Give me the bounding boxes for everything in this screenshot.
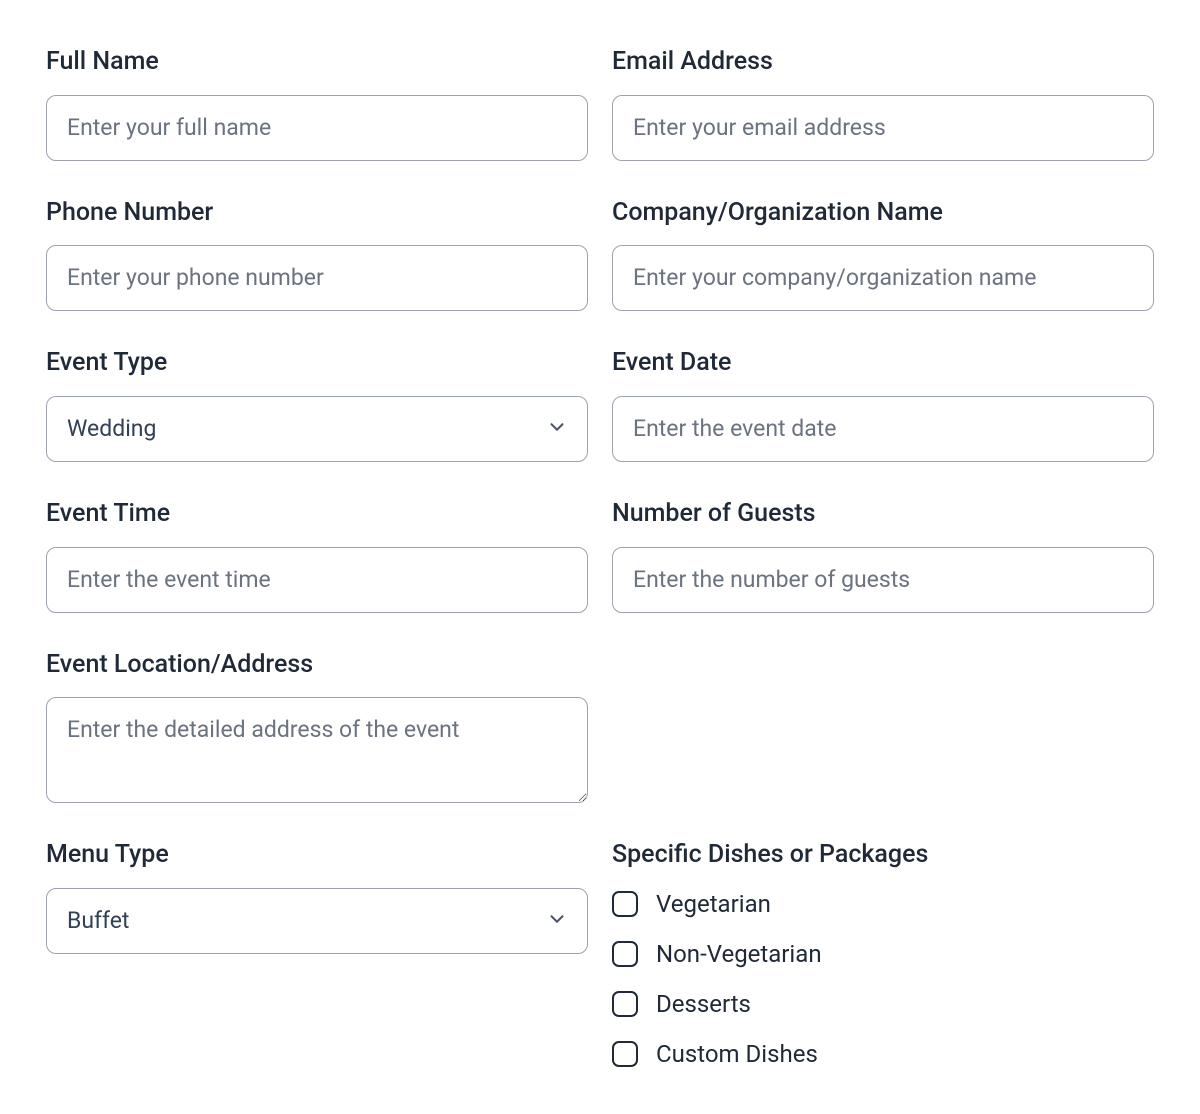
checkbox-label: Desserts xyxy=(656,990,751,1018)
email-field: Email Address xyxy=(612,46,1154,161)
event-type-label: Event Type xyxy=(46,347,588,380)
event-time-input[interactable] xyxy=(46,547,588,613)
location-field: Event Location/Address xyxy=(46,649,588,804)
email-input[interactable] xyxy=(612,95,1154,161)
location-label: Event Location/Address xyxy=(46,649,588,682)
event-type-select-wrapper: Wedding xyxy=(46,396,588,462)
guests-field: Number of Guests xyxy=(612,498,1154,613)
checkbox-box[interactable] xyxy=(612,1041,638,1067)
dishes-field: Specific Dishes or Packages Vegetarian N… xyxy=(612,839,1154,1068)
checkbox-label: Vegetarian xyxy=(656,890,771,918)
menu-type-select-wrapper: Buffet xyxy=(46,888,588,954)
checkbox-item-non-vegetarian[interactable]: Non-Vegetarian xyxy=(612,940,1154,968)
dishes-label: Specific Dishes or Packages xyxy=(612,839,1154,872)
checkbox-label: Custom Dishes xyxy=(656,1040,818,1068)
checkbox-box[interactable] xyxy=(612,991,638,1017)
full-name-input[interactable] xyxy=(46,95,588,161)
phone-label: Phone Number xyxy=(46,197,588,230)
event-time-label: Event Time xyxy=(46,498,588,531)
event-date-label: Event Date xyxy=(612,347,1154,380)
checkbox-item-custom-dishes[interactable]: Custom Dishes xyxy=(612,1040,1154,1068)
event-time-field: Event Time xyxy=(46,498,588,613)
menu-type-label: Menu Type xyxy=(46,839,588,872)
menu-type-field: Menu Type Buffet xyxy=(46,839,588,1068)
location-textarea[interactable] xyxy=(46,697,588,803)
checkbox-item-vegetarian[interactable]: Vegetarian xyxy=(612,890,1154,918)
guests-label: Number of Guests xyxy=(612,498,1154,531)
checkbox-item-desserts[interactable]: Desserts xyxy=(612,990,1154,1018)
catering-form: Full Name Email Address Phone Number Com… xyxy=(46,46,1154,1068)
event-date-field: Event Date xyxy=(612,347,1154,462)
event-type-select[interactable]: Wedding xyxy=(46,396,588,462)
guests-input[interactable] xyxy=(612,547,1154,613)
checkbox-label: Non-Vegetarian xyxy=(656,940,822,968)
empty-cell xyxy=(612,649,1154,804)
menu-type-select[interactable]: Buffet xyxy=(46,888,588,954)
dishes-checkbox-group: Vegetarian Non-Vegetarian Desserts Custo… xyxy=(612,890,1154,1068)
event-type-field: Event Type Wedding xyxy=(46,347,588,462)
email-label: Email Address xyxy=(612,46,1154,79)
company-field: Company/Organization Name xyxy=(612,197,1154,312)
company-label: Company/Organization Name xyxy=(612,197,1154,230)
event-date-input[interactable] xyxy=(612,396,1154,462)
full-name-label: Full Name xyxy=(46,46,588,79)
full-name-field: Full Name xyxy=(46,46,588,161)
phone-input[interactable] xyxy=(46,245,588,311)
phone-field: Phone Number xyxy=(46,197,588,312)
checkbox-box[interactable] xyxy=(612,891,638,917)
checkbox-box[interactable] xyxy=(612,941,638,967)
company-input[interactable] xyxy=(612,245,1154,311)
